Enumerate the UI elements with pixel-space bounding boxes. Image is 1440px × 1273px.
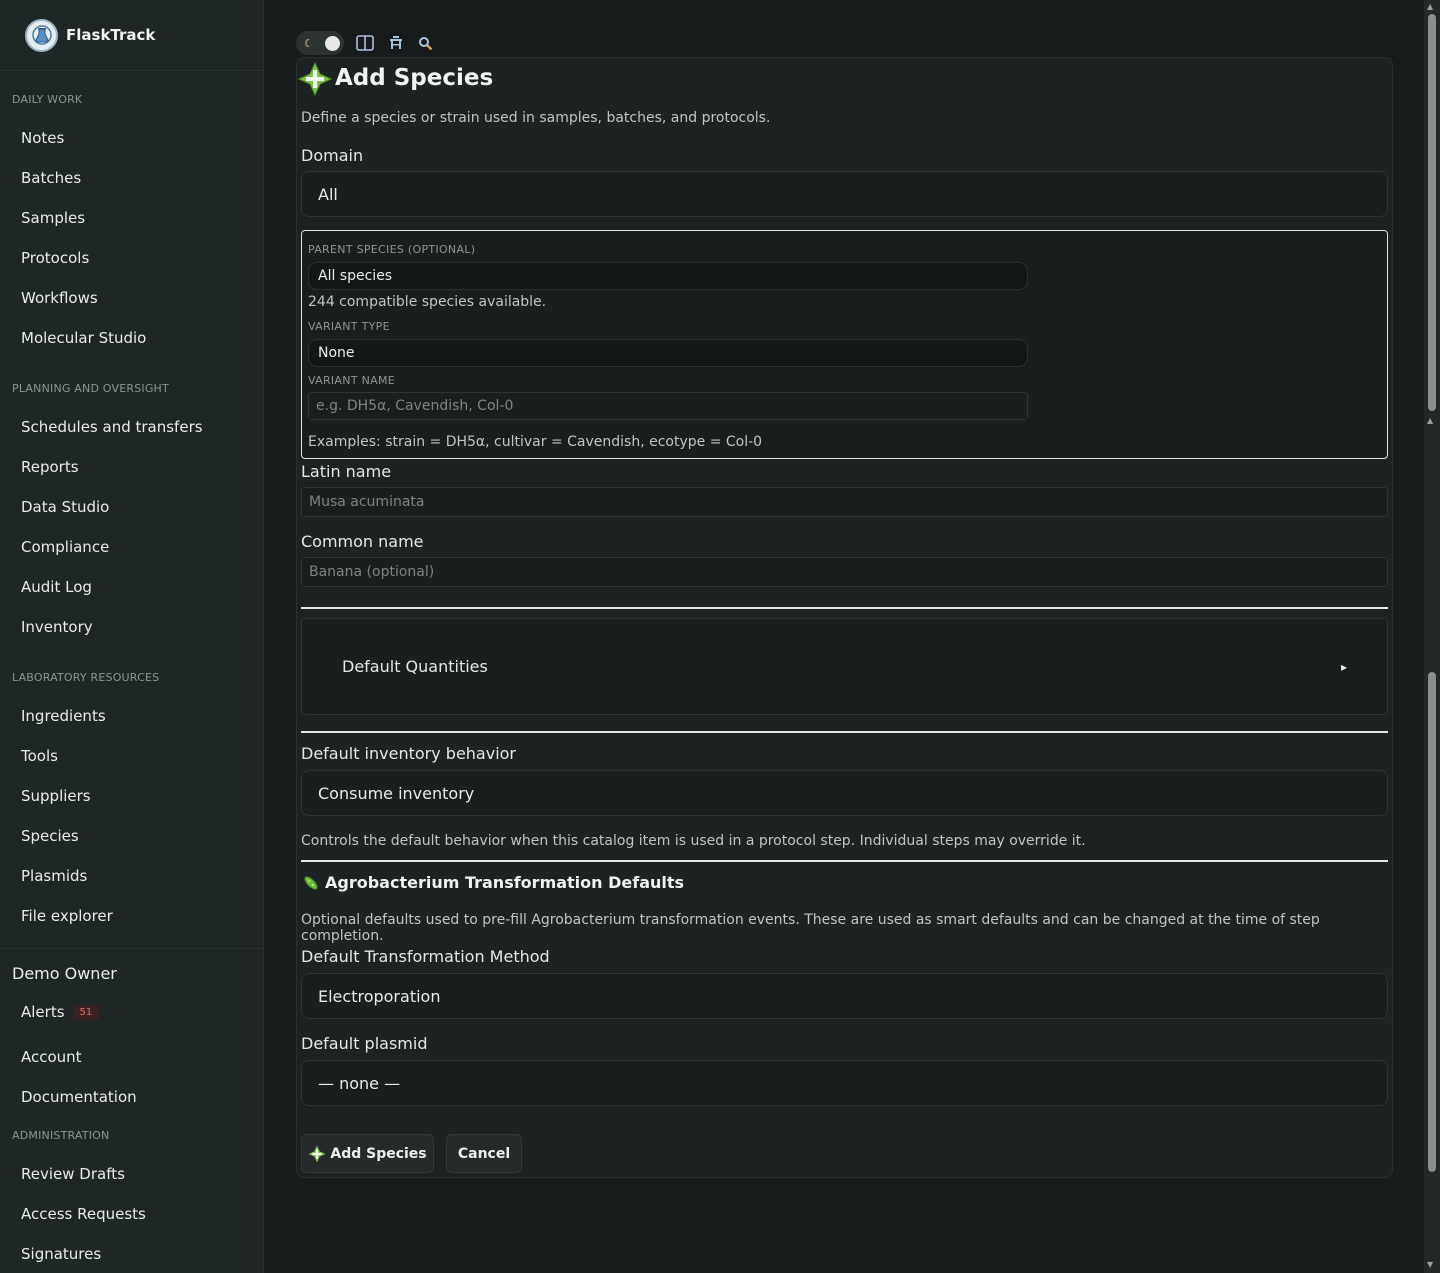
scroll-up-arrow-icon[interactable]: ▲ [1427, 2, 1433, 11]
scroll-up-arrow-icon[interactable]: ▲ [1427, 416, 1433, 425]
add-species-form: Add Species Define a species or strain u… [296, 57, 1393, 1178]
sidebar-item-account[interactable]: Account [21, 1048, 82, 1066]
cancel-button[interactable]: Cancel [446, 1134, 522, 1173]
section-label-lab-resources: LABORATORY RESOURCES [12, 671, 160, 684]
default-plasmid-value: — none — [318, 1073, 401, 1093]
sidebar-item-signatures[interactable]: Signatures [21, 1245, 101, 1263]
sidebar-divider [0, 948, 264, 949]
sidebar-item-reports[interactable]: Reports [21, 458, 79, 476]
toggle-knob [325, 35, 340, 51]
inventory-behavior-select[interactable]: Consume inventory [301, 770, 1388, 816]
compatible-species-count: 244 compatible species available. [308, 294, 547, 310]
sidebar-item-samples[interactable]: Samples [21, 209, 85, 227]
add-species-button-label: Add Species [330, 1145, 427, 1162]
sidebar-item-access-requests[interactable]: Access Requests [21, 1205, 146, 1223]
variant-type-select[interactable]: None [308, 339, 1028, 367]
sidebar-item-suppliers[interactable]: Suppliers [21, 787, 91, 805]
parent-species-select[interactable]: All species [308, 262, 1028, 290]
domain-value: All [318, 184, 338, 204]
sidebar-item-ingredients[interactable]: Ingredients [21, 707, 106, 725]
variant-panel: PARENT SPECIES (OPTIONAL) All species 24… [301, 230, 1388, 459]
parent-species-value: All species [318, 268, 393, 284]
page-title: Add Species [335, 65, 494, 91]
bacterium-icon [302, 874, 320, 896]
sidebar-item-file-explorer[interactable]: File explorer [21, 907, 113, 925]
sidebar-item-species[interactable]: Species [21, 827, 79, 845]
inventory-behavior-help: Controls the default behavior when this … [301, 833, 1086, 849]
latin-name-placeholder: Musa acuminata [309, 494, 425, 510]
sidebar-item-batches[interactable]: Batches [21, 169, 81, 187]
sidebar: FlaskTrack DAILY WORK Notes Batches Samp… [0, 0, 264, 1273]
divider [301, 860, 1388, 862]
sidebar-item-inventory[interactable]: Inventory [21, 618, 93, 636]
add-species-button[interactable]: Add Species [301, 1134, 434, 1173]
default-plasmid-label: Default plasmid [301, 1034, 428, 1053]
divider [301, 731, 1388, 733]
common-name-input[interactable]: Banana (optional) [301, 557, 1388, 587]
top-toolbar: ☾ [296, 31, 447, 55]
default-quantities-label: Default Quantities [342, 657, 488, 676]
latin-name-label: Latin name [301, 462, 392, 481]
alerts-count-badge: 51 [72, 1005, 100, 1020]
transformation-method-select[interactable]: Electroporation [301, 973, 1388, 1019]
sidebar-item-data-studio[interactable]: Data Studio [21, 498, 109, 516]
section-label-administration: ADMINISTRATION [12, 1129, 110, 1142]
variant-name-placeholder: e.g. DH5α, Cavendish, Col-0 [316, 398, 514, 414]
brand[interactable]: FlaskTrack [0, 0, 263, 71]
default-quantities-toggle[interactable]: Default Quantities ▸ [301, 618, 1388, 715]
page-description: Define a species or strain used in sampl… [301, 110, 771, 126]
theme-toggle[interactable]: ☾ [296, 31, 344, 55]
sidebar-item-workflows[interactable]: Workflows [21, 289, 98, 307]
transformation-method-value: Electroporation [318, 986, 441, 1006]
plus-icon [308, 1145, 326, 1163]
columns-icon[interactable] [356, 35, 374, 51]
variant-type-value: None [318, 345, 355, 361]
default-plasmid-select[interactable]: — none — [301, 1060, 1388, 1106]
domain-label: Domain [301, 146, 364, 165]
section-label-planning: PLANNING AND OVERSIGHT [12, 382, 169, 395]
domain-select[interactable]: All [301, 171, 1388, 217]
variant-type-label: VARIANT TYPE [308, 320, 390, 333]
latin-name-input[interactable]: Musa acuminata [301, 487, 1388, 517]
flask-logo-icon [25, 18, 58, 52]
sidebar-item-compliance[interactable]: Compliance [21, 538, 109, 556]
moon-icon: ☾ [304, 36, 314, 50]
scroll-thumb[interactable] [1428, 672, 1436, 1172]
variant-examples: Examples: strain = DH5α, cultivar = Cave… [308, 434, 763, 450]
sidebar-item-schedules[interactable]: Schedules and transfers [21, 418, 203, 436]
sidebar-item-audit-log[interactable]: Audit Log [21, 578, 92, 596]
scroll-thumb[interactable] [1428, 14, 1436, 411]
alerts-label: Alerts [21, 1003, 65, 1021]
sidebar-item-review-drafts[interactable]: Review Drafts [21, 1165, 125, 1183]
section-label-daily-work: DAILY WORK [12, 93, 83, 106]
scrollbar[interactable]: ▲ ▲ ▼ [1424, 0, 1440, 1273]
sidebar-item-protocols[interactable]: Protocols [21, 249, 89, 267]
common-name-label: Common name [301, 532, 424, 551]
user-name: Demo Owner [12, 964, 117, 983]
parent-species-label: PARENT SPECIES (OPTIONAL) [308, 243, 476, 256]
agro-section-title: Agrobacterium Transformation Defaults [325, 873, 685, 892]
inventory-behavior-value: Consume inventory [318, 783, 475, 803]
variant-name-label: VARIANT NAME [308, 374, 395, 387]
bench-icon[interactable] [388, 35, 404, 51]
transformation-method-label: Default Transformation Method [301, 947, 550, 966]
sidebar-item-molecular-studio[interactable]: Molecular Studio [21, 329, 146, 347]
sidebar-item-plasmids[interactable]: Plasmids [21, 867, 87, 885]
sidebar-item-tools[interactable]: Tools [21, 747, 58, 765]
expand-arrow-icon: ▸ [1340, 659, 1347, 674]
scroll-down-arrow-icon[interactable]: ▼ [1427, 1260, 1433, 1269]
search-icon[interactable] [418, 36, 433, 51]
sidebar-item-notes[interactable]: Notes [21, 129, 64, 147]
plus-icon [297, 61, 333, 100]
app-name: FlaskTrack [66, 26, 156, 44]
sidebar-item-alerts[interactable]: Alerts 51 [21, 1003, 100, 1021]
sidebar-item-documentation[interactable]: Documentation [21, 1088, 137, 1106]
agro-section-description: Optional defaults used to pre-fill Agrob… [301, 912, 1320, 944]
divider [301, 607, 1388, 609]
inventory-behavior-label: Default inventory behavior [301, 744, 517, 763]
common-name-placeholder: Banana (optional) [309, 564, 435, 580]
variant-name-input[interactable]: e.g. DH5α, Cavendish, Col-0 [308, 392, 1028, 420]
